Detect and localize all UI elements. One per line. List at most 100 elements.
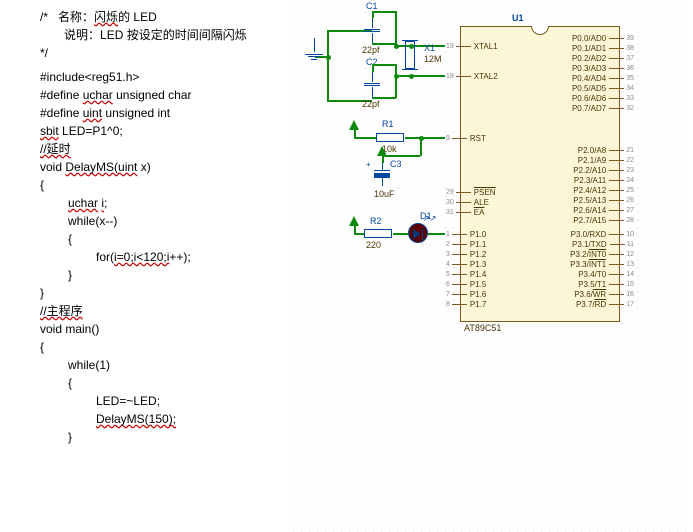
chip-pin[interactable]: P2.3/A1124 <box>571 175 636 185</box>
capacitor-c2[interactable] <box>364 72 380 97</box>
chip-pin[interactable]: 29PSEN <box>444 187 499 197</box>
pin-number: 9 <box>446 135 450 142</box>
wire <box>395 45 445 47</box>
power-terminal[interactable] <box>349 216 359 226</box>
c2-val: 22pf <box>362 100 380 109</box>
chip-pin[interactable]: P3.1/TXD11 <box>569 239 636 249</box>
pin-name: P1.3 <box>470 260 486 269</box>
chip-pin[interactable]: 1P1.0 <box>444 229 489 239</box>
chip-pin[interactable]: P0.1/AD138 <box>569 43 636 53</box>
chip-pin[interactable]: P2.2/A1023 <box>570 165 636 175</box>
pin-name: P1.0 <box>470 230 486 239</box>
chip-pin[interactable]: P0.4/AD435 <box>569 73 636 83</box>
code-line: } <box>40 266 290 284</box>
pin-number: 33 <box>626 95 634 102</box>
chip-pin[interactable]: P2.6/A14 27 <box>570 205 636 215</box>
chip-pin[interactable]: 8P1.7 <box>444 299 489 309</box>
chip-ref: U1 <box>512 14 524 23</box>
code-line: #define uchar unsigned char <box>40 86 290 104</box>
chip-pin[interactable]: 18XTAL2 <box>444 71 501 81</box>
code-line: { <box>40 374 290 392</box>
chip-pin[interactable]: 7P1.6 <box>444 289 489 299</box>
wire <box>393 233 408 235</box>
pin-number: 32 <box>626 105 634 112</box>
chip-pin[interactable]: 31EA <box>444 207 487 217</box>
pin-name: P3.4/T0 <box>578 270 606 279</box>
led-d1[interactable] <box>408 223 428 243</box>
pin-name: P2.6/A14 <box>573 206 606 215</box>
power-terminal[interactable] <box>349 120 359 130</box>
schematic-canvas[interactable]: 19XTAL1 18XTAL2 9RST 29PSEN 30 ALE31EA 1P1.02P… <box>290 0 693 532</box>
chip-pin[interactable]: P0.6/AD6 33 <box>569 93 636 103</box>
pin-name: P2.7/A15 <box>573 216 606 225</box>
chip-pin[interactable]: P2.5/A1326 <box>570 195 636 205</box>
pin-number: 14 <box>626 271 634 278</box>
pin-number: 19 <box>446 43 454 50</box>
x1-val: 12M <box>424 55 442 64</box>
gnd-symbol <box>305 38 323 60</box>
code-line: void DelayMS(uint x) <box>40 158 290 176</box>
pin-name: P1.7 <box>470 300 486 309</box>
pin-name: P1.1 <box>470 240 486 249</box>
pin-name: P0.6/AD6 <box>572 94 606 103</box>
chip-pin[interactable]: P0.3/AD336 <box>569 63 636 73</box>
pin-name: P3.3/INT1 <box>570 260 606 269</box>
pin-name: ALE <box>474 198 489 207</box>
pin-number: 21 <box>626 147 634 154</box>
capacitor-c1[interactable] <box>364 18 380 43</box>
chip-pin[interactable]: P0.0/AD039 <box>569 33 636 43</box>
chip-pin[interactable]: P0.2/AD237 <box>569 53 636 63</box>
wire <box>372 97 396 99</box>
chip-pin[interactable]: P3.3/INT1 13 <box>567 259 636 269</box>
pin-number: 15 <box>626 281 634 288</box>
chip-pin[interactable]: P2.7/A1528 <box>570 215 636 225</box>
chip-pin[interactable]: P3.6/WR16 <box>571 289 636 299</box>
chip-pin[interactable]: P2.1/A9 22 <box>575 155 636 165</box>
resistor-r1[interactable] <box>376 133 404 142</box>
chip-pin[interactable]: 2P1.1 <box>444 239 489 249</box>
code-line: uchar i; <box>40 194 290 212</box>
r2-ref: R2 <box>370 217 382 226</box>
c3-val: 10uF <box>374 190 395 199</box>
chip-pin[interactable]: 4P1.3 <box>444 259 489 269</box>
chip-pin[interactable]: P3.7/RD17 <box>573 299 636 309</box>
pin-number: 17 <box>626 301 634 308</box>
chip-pin[interactable]: 9RST <box>444 133 489 143</box>
code-line: { <box>40 338 290 356</box>
resistor-r2[interactable] <box>364 229 392 238</box>
pin-name: P0.2/AD2 <box>572 54 606 63</box>
pin-number: 5 <box>446 271 450 278</box>
pin-number: 31 <box>446 209 454 216</box>
chip-pin[interactable]: 3P1.2 <box>444 249 489 259</box>
chip-pin[interactable]: P0.7/AD732 <box>569 103 636 113</box>
chip-pin[interactable]: 19XTAL1 <box>444 41 501 51</box>
pin-number: 38 <box>626 45 634 52</box>
pin-number: 27 <box>626 207 634 214</box>
pin-name: P3.2/INT0 <box>570 250 606 259</box>
pin-name: P2.1/A9 <box>578 156 606 165</box>
pin-number: 24 <box>626 177 634 184</box>
pin-number: 22 <box>626 157 634 164</box>
wire <box>354 137 376 139</box>
pin-number: 30 <box>446 199 454 206</box>
code-line: } <box>40 428 290 446</box>
r2-val: 220 <box>366 241 381 250</box>
chip-pin[interactable]: P3.4/T0 14 <box>575 269 636 279</box>
polcap-c3[interactable]: + <box>374 162 390 186</box>
pin-number: 11 <box>627 241 634 248</box>
chip-pin[interactable]: P2.4/A1225 <box>570 185 636 195</box>
chip-pin[interactable]: 30 ALE <box>444 197 492 207</box>
chip-pin[interactable]: 6P1.5 <box>444 279 489 289</box>
chip-pin[interactable]: P0.5/AD534 <box>569 83 636 93</box>
chip-pin[interactable]: 5P1.4 <box>444 269 489 279</box>
wire <box>405 137 445 139</box>
chip-u1[interactable]: 19XTAL118XTAL29RST29PSEN30ALE31EA1P1.02P… <box>460 26 620 322</box>
chip-pin[interactable]: P2.0/A821 <box>575 145 636 155</box>
pin-number: 13 <box>626 261 634 268</box>
c1-val: 22pf <box>362 46 380 55</box>
code-line: #define uint unsigned int <box>40 104 290 122</box>
chip-pin[interactable]: P3.5/T115 <box>575 279 636 289</box>
c3-ref: C3 <box>390 160 402 169</box>
chip-pin[interactable]: P3.0/RXD10 <box>568 229 636 239</box>
chip-pin[interactable]: P3.2/INT012 <box>567 249 636 259</box>
